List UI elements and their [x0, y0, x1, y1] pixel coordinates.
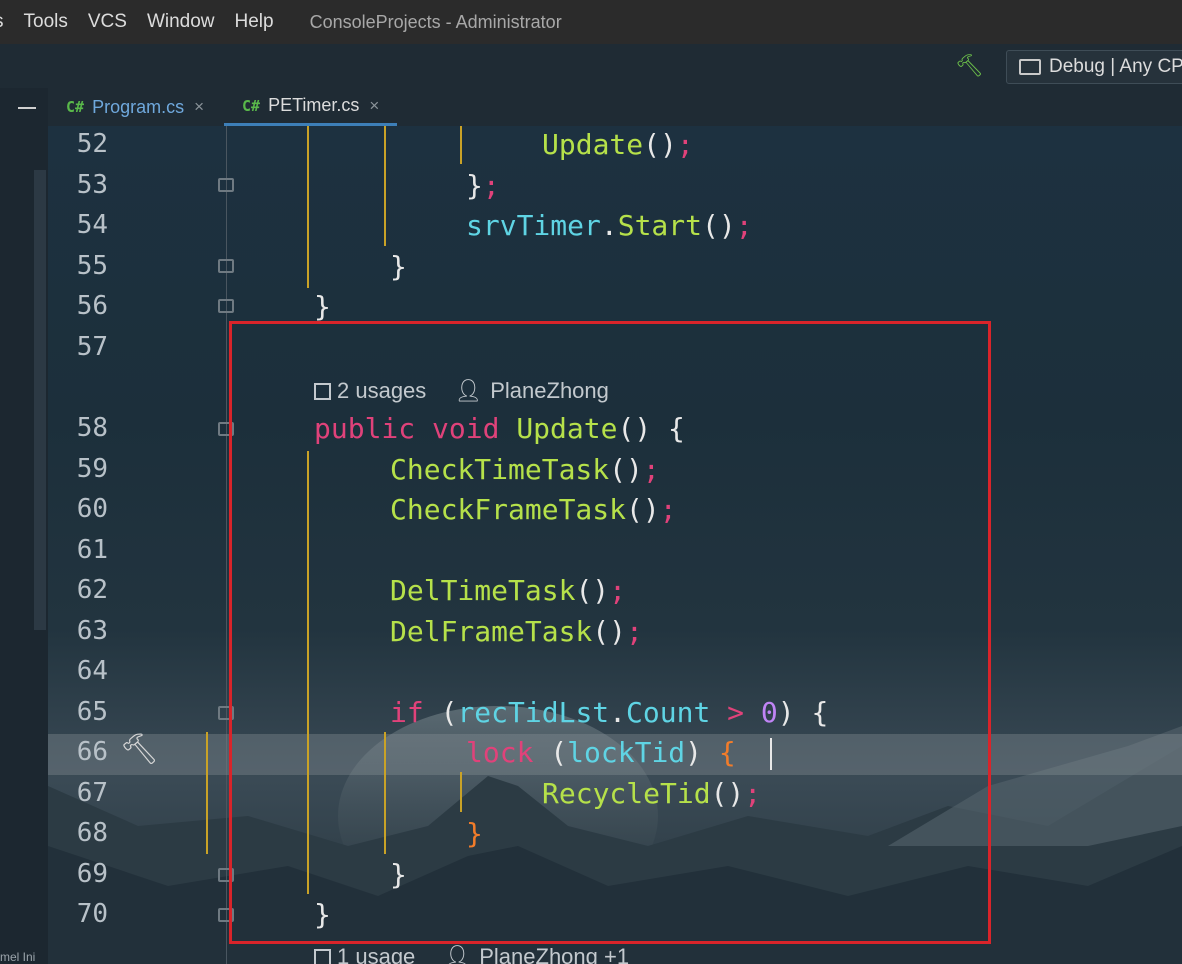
- tab-label: Program.cs: [92, 96, 185, 117]
- window-title: ConsoleProjects - Administrator: [309, 11, 562, 32]
- csharp-file-icon: C#: [66, 98, 85, 116]
- line-number: 54: [76, 210, 108, 240]
- code-text: }: [314, 290, 331, 323]
- line-number: 68: [76, 818, 108, 848]
- menu-item-window[interactable]: Window: [137, 11, 225, 33]
- line-number: 57: [76, 332, 108, 362]
- line-number: 62: [76, 575, 108, 605]
- left-sidebar: mel Ini: [0, 88, 48, 964]
- line-number: 58: [76, 413, 108, 443]
- code-text: Update();: [542, 128, 694, 161]
- line-number: 55: [76, 251, 108, 281]
- author-icon: 👤︎: [443, 944, 472, 964]
- build-hammer-icon[interactable]: 🔨︎: [955, 53, 983, 79]
- menu-item-tools[interactable]: Tools: [14, 11, 78, 33]
- line-number: 65: [76, 697, 108, 727]
- highlight-box: [229, 321, 991, 944]
- close-icon[interactable]: ×: [369, 96, 379, 116]
- usages-icon: [314, 948, 331, 964]
- run-config-icon: [1019, 59, 1041, 75]
- code-line: 53: [48, 167, 1182, 208]
- code-text: };: [466, 169, 500, 202]
- quick-fix-hammer-icon[interactable]: 🔨︎: [120, 732, 158, 767]
- line-number: 67: [76, 778, 108, 808]
- line-number: 60: [76, 494, 108, 524]
- code-line: 55: [48, 248, 1182, 289]
- menu-item-vcs[interactable]: VCS: [78, 11, 137, 33]
- sidebar-text-fragment: mel Ini: [0, 950, 36, 964]
- configuration-label: Debug | Any CP: [1049, 56, 1182, 77]
- menu-item-partial[interactable]: s: [0, 11, 14, 33]
- line-number: 53: [76, 170, 108, 200]
- line-number: 56: [76, 291, 108, 321]
- tab-label: PETimer.cs: [268, 95, 360, 115]
- menu-bar: s Tools VCS Window Help ConsoleProjects …: [0, 0, 1182, 44]
- tab-program-cs[interactable]: C# Program.cs ×: [66, 88, 204, 126]
- line-number: 59: [76, 454, 108, 484]
- menu-item-help[interactable]: Help: [225, 11, 284, 33]
- sidebar-scrollbar[interactable]: [34, 170, 46, 630]
- line-number: 64: [76, 656, 108, 686]
- code-text: srvTimer.Start();: [466, 209, 753, 242]
- csharp-file-icon: C#: [242, 96, 261, 115]
- tab-petimer-cs[interactable]: C# PETimer.cs ×: [224, 88, 397, 126]
- line-number: 69: [76, 859, 108, 889]
- codevision-hint[interactable]: 1 usage 👤︎ PlaneZhong +1: [314, 944, 629, 964]
- configuration-dropdown[interactable]: Debug | Any CP: [1006, 50, 1182, 84]
- line-number: 70: [76, 899, 108, 929]
- author-name: PlaneZhong +1: [479, 944, 630, 964]
- line-number: 61: [76, 535, 108, 565]
- toolbar: 🔨︎ Debug | Any CP: [0, 44, 1182, 89]
- line-number: 52: [76, 129, 108, 159]
- line-number: 63: [76, 616, 108, 646]
- close-icon[interactable]: ×: [194, 97, 204, 117]
- editor-tab-bar: C# Program.cs × C# PETimer.cs ×: [48, 88, 1182, 126]
- code-text: }: [390, 250, 407, 283]
- usages-count: 1 usage: [337, 944, 416, 964]
- line-number: 66: [76, 737, 108, 767]
- collapse-icon[interactable]: [18, 107, 36, 109]
